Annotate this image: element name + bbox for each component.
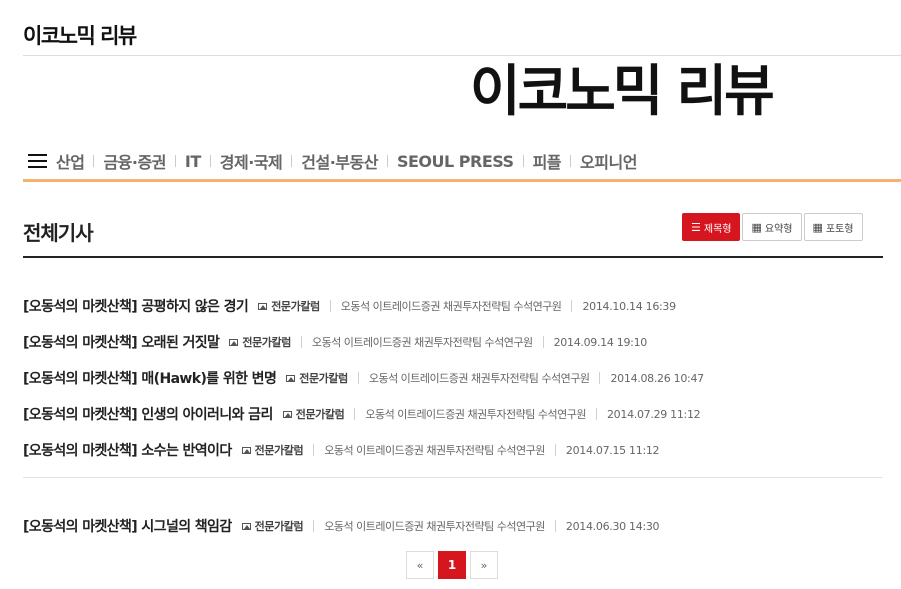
list-divider [23,477,883,478]
list-item: [오동석의 마켓산책] 소수는 반역이다 전문가칼럼 오동석 이트레이드증권 채… [23,432,883,468]
nav-divider [386,155,388,167]
article-author: 오동석 이트레이드증권 채권투자전략팀 수석연구원 [365,408,586,421]
meta-divider [354,408,356,420]
article-list: [오동석의 마켓산책] 공평하지 않은 경기 전문가칼럼 오동석 이트레이드증권… [23,288,883,544]
nav-divider [174,155,176,167]
category-label: 전문가칼럼 [271,300,320,313]
list-icon: ☰ [691,220,701,234]
pagination: « 1 » [406,551,498,579]
image-icon [241,522,251,530]
list-item: [오동석의 마켓산책] 오래된 거짓말 전문가칼럼 오동석 이트레이드증권 채권… [23,324,883,360]
meta-divider [357,372,359,384]
article-category[interactable]: 전문가칼럼 [241,442,304,458]
nav-item-industry[interactable]: 산업 [56,149,85,173]
article-author: 오동석 이트레이드증권 채권투자전략팀 수석연구원 [340,300,562,313]
list-item: [오동석의 마켓산책] 공평하지 않은 경기 전문가칼럼 오동석 이트레이드증권… [23,288,883,324]
prev-page-button[interactable]: « [406,551,434,579]
meta-divider [595,408,597,420]
list-item: [오동석의 마켓산책] 시그널의 책임감 전문가칼럼 오동석 이트레이드증권 채… [23,508,883,544]
nav-item-seoul-press[interactable]: SEOUL PRESS [397,152,514,171]
image-icon [241,446,251,454]
top-bar: 이코노믹 리뷰 [23,18,901,56]
view-title-button[interactable]: ☰ 제목형 [682,213,741,241]
article-category[interactable]: 전문가칼럼 [258,298,320,314]
article-title-link[interactable]: [오동석의 마켓산책] 인생의 아이러니와 금리 [23,404,273,424]
category-label: 전문가칼럼 [254,520,304,533]
article-author: 오동석 이트레이드증권 채권투자전략팀 수석연구원 [368,372,590,385]
category-label: 전문가칼럼 [242,336,291,349]
article-title-link[interactable]: [오동석의 마켓산책] 오래된 거짓말 [23,332,220,352]
article-title-link[interactable]: [오동석의 마켓산책] 매(Hawk)를 위한 변명 [23,368,277,388]
section-divider [23,256,883,258]
meta-divider [542,336,544,348]
article-date: 2014.07.15 11:12 [565,443,660,457]
article-date: 2014.06.30 14:30 [565,519,660,533]
image-icon [286,374,296,382]
grid-icon: ▦ [751,220,762,234]
category-label: 전문가칼럼 [254,444,304,457]
meta-divider [599,372,601,384]
view-summary-button[interactable]: ▦ 요약형 [742,213,802,241]
article-date: 2014.10.14 16:39 [582,299,676,313]
nav-item-it[interactable]: IT [185,152,201,171]
meta-divider [329,300,331,312]
view-photo-button[interactable]: ▦ 포토형 [803,213,863,241]
nav-divider [209,155,211,167]
meta-divider [313,520,315,532]
list-item: [오동석의 마켓산책] 인생의 아이러니와 금리 전문가칼럼 오동석 이트레이드… [23,396,883,432]
nav-item-realestate[interactable]: 건설·부동산 [301,149,378,173]
category-label: 전문가칼럼 [295,408,345,421]
nav-item-people[interactable]: 피플 [533,149,562,173]
article-author: 오동석 이트레이드증권 채권투자전략팀 수석연구원 [324,520,545,533]
image-icon [258,302,268,310]
image-icon [282,410,292,418]
meta-divider [554,444,556,456]
meta-divider [313,444,315,456]
article-category[interactable]: 전문가칼럼 [241,518,304,534]
nav-item-economy[interactable]: 경제·국제 [220,149,283,173]
nav-divider [522,155,524,167]
view-summary-label: 요약형 [764,223,793,235]
site-logo-large[interactable]: 이코노믹 리뷰 [470,64,775,119]
nav-divider [93,155,95,167]
article-date: 2014.09.14 19:10 [553,335,648,349]
nav-item-opinion[interactable]: 오피니언 [580,149,637,173]
hamburger-icon[interactable] [28,153,47,169]
article-title-link[interactable]: [오동석의 마켓산책] 소수는 반역이다 [23,440,232,460]
article-author: 오동석 이트레이드증권 채권투자전략팀 수석연구원 [311,336,533,349]
meta-divider [300,336,302,348]
article-date: 2014.07.29 11:12 [606,407,701,421]
article-title-link[interactable]: [오동석의 마켓산책] 시그널의 책임감 [23,516,232,536]
article-author: 오동석 이트레이드증권 채권투자전략팀 수석연구원 [324,444,545,457]
grid-icon: ▦ [812,220,823,234]
view-photo-label: 포토형 [825,223,854,235]
article-category[interactable]: 전문가칼럼 [286,370,348,386]
article-title-link[interactable]: [오동석의 마켓산책] 공평하지 않은 경기 [23,296,249,316]
view-mode-toggle: ☰ 제목형 ▦ 요약형 ▦ 포토형 [682,213,863,241]
nav-divider [291,155,293,167]
article-category[interactable]: 전문가칼럼 [282,406,345,422]
meta-divider [571,300,573,312]
list-item: [오동석의 마켓산책] 매(Hawk)를 위한 변명 전문가칼럼 오동석 이트레… [23,360,883,396]
article-date: 2014.08.26 10:47 [610,371,704,385]
article-category[interactable]: 전문가칼럼 [229,334,291,350]
site-logo-small[interactable]: 이코노믹 리뷰 [23,20,137,50]
image-icon [229,338,239,346]
current-page-button[interactable]: 1 [438,551,466,579]
meta-divider [554,520,556,532]
next-page-button[interactable]: » [470,551,498,579]
nav-item-finance[interactable]: 금융·증권 [103,149,166,173]
category-label: 전문가칼럼 [299,372,348,385]
view-title-label: 제목형 [703,223,732,235]
main-nav: 산업 금융·증권 IT 경제·국제 건설·부동산 SEOUL PRESS 피플 … [23,143,901,182]
nav-divider [570,155,572,167]
section-title: 전체기사 [23,221,94,245]
